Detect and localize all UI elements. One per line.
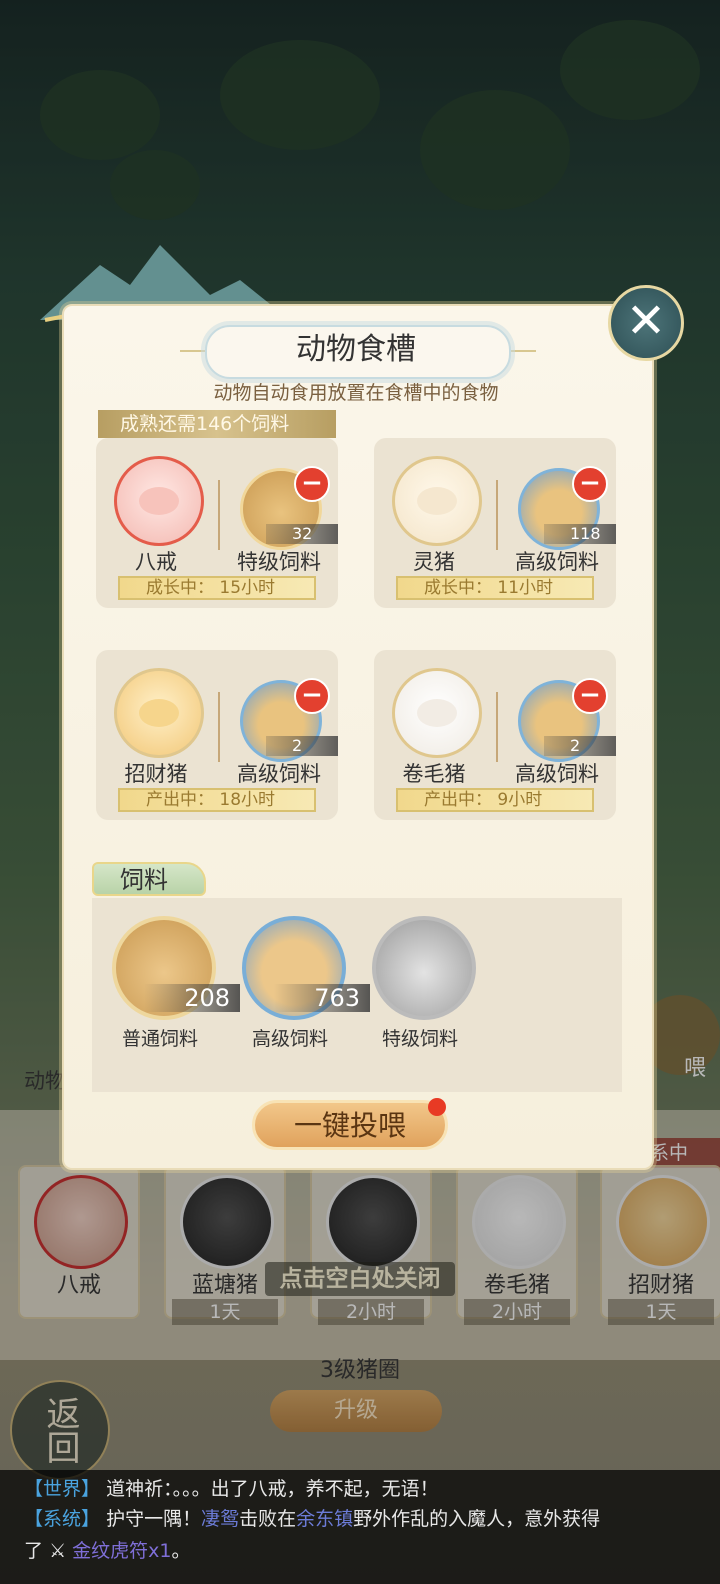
feed-count: 32 — [266, 524, 338, 544]
animal-name: 八戒 — [135, 550, 177, 574]
chat-line: 【世界】 道神祈：。。。出了八戒，养不起，无语！ — [24, 1474, 439, 1504]
slot-divider — [496, 692, 498, 762]
feed-name: 高级饲料 — [237, 762, 321, 786]
slot-divider — [496, 480, 498, 550]
feed-name: 特级饲料 — [237, 550, 321, 574]
player-name-link[interactable]: 凄鸳 — [201, 1508, 239, 1530]
chat-line: 了 ⚔ 金纹虎符x1。 — [24, 1536, 191, 1566]
place-link[interactable]: 余东镇 — [296, 1508, 353, 1530]
feed-count: 118 — [544, 524, 616, 544]
mature-requirement: 成熟还需146个饲料 — [98, 410, 336, 438]
pig-face — [139, 487, 179, 515]
dialog-subtitle: 动物自动食用放置在食槽中的食物 — [213, 382, 499, 404]
feed-name: 高级饲料 — [515, 550, 599, 574]
remove-feed-button[interactable]: − — [572, 678, 608, 714]
pig-face — [139, 699, 179, 727]
remove-feed-button[interactable]: − — [294, 678, 330, 714]
chat-text: 野外作乱的入魔人，意外获得 — [353, 1508, 601, 1530]
trough-slot: − 2 招财猪 高级饲料 产出中： 18小时 — [96, 650, 338, 820]
chat-text: 护守一隅！ — [106, 1508, 202, 1530]
growth-status: 成长中： 11小时 — [396, 576, 594, 600]
pig-face — [417, 699, 457, 727]
chat-text: 击败在 — [239, 1508, 297, 1530]
animal-name: 招财猪 — [124, 762, 188, 786]
chat-text: 道神祈：。。。出了八戒，养不起，无语！ — [106, 1478, 439, 1500]
trough-slot: − 2 卷毛猪 高级饲料 产出中： 9小时 — [374, 650, 616, 820]
growth-status: 成长中： 15小时 — [118, 576, 316, 600]
animal-name: 灵猪 — [413, 550, 455, 574]
feed-label: 普通饲料 — [121, 1028, 198, 1050]
notification-dot — [428, 1098, 446, 1116]
item-icon: ⚔ — [49, 1540, 67, 1562]
pig-face — [417, 487, 457, 515]
trough-slot: − 118 灵猪 高级饲料 成长中： 11小时 — [374, 438, 616, 608]
chat-line: 【系统】 护守一隅！凄鸳击败在余东镇野外作乱的入魔人，意外获得 — [24, 1504, 600, 1534]
production-status: 产出中： 9小时 — [396, 788, 594, 812]
feed-count: 2 — [544, 736, 616, 756]
feed-name: 高级饲料 — [515, 762, 599, 786]
pig-avatar-icon[interactable] — [392, 668, 482, 758]
feed-bag-icon[interactable] — [372, 916, 476, 1020]
feed-count: 2 — [266, 736, 338, 756]
feed-label: 特级饲料 — [381, 1028, 458, 1050]
feed-all-button[interactable]: 一键投喂 — [252, 1100, 448, 1150]
pig-avatar-icon[interactable] — [114, 456, 204, 546]
slot-divider — [218, 480, 220, 550]
chat-text: 。 — [171, 1540, 191, 1562]
remove-feed-button[interactable]: − — [294, 466, 330, 502]
chat-channel: 【世界】 — [24, 1478, 101, 1500]
feed-count: 763 — [274, 984, 370, 1012]
pig-avatar-icon[interactable] — [114, 668, 204, 758]
feed-tab[interactable]: 饲料 — [92, 862, 206, 896]
chat-text: 了 — [24, 1540, 44, 1562]
close-icon[interactable]: ✕ — [608, 285, 684, 361]
production-status: 产出中： 18小时 — [118, 788, 316, 812]
remove-feed-button[interactable]: − — [572, 466, 608, 502]
slot-divider — [218, 692, 220, 762]
chat-channel: 【系统】 — [24, 1508, 101, 1530]
dialog-title: 动物食槽 — [296, 332, 416, 367]
feed-label: 高级饲料 — [251, 1028, 328, 1050]
trough-slot: − 32 八戒 特级饲料 成长中： 15小时 — [96, 438, 338, 608]
pig-avatar-icon[interactable] — [392, 456, 482, 546]
item-link[interactable]: 金纹虎符x1 — [72, 1540, 171, 1562]
animal-name: 卷毛猪 — [402, 762, 466, 786]
chat-panel[interactable]: 【世界】 道神祈：。。。出了八戒，养不起，无语！ 【系统】 护守一隅！凄鸳击败在… — [0, 1470, 720, 1584]
feed-count: 208 — [144, 984, 240, 1012]
